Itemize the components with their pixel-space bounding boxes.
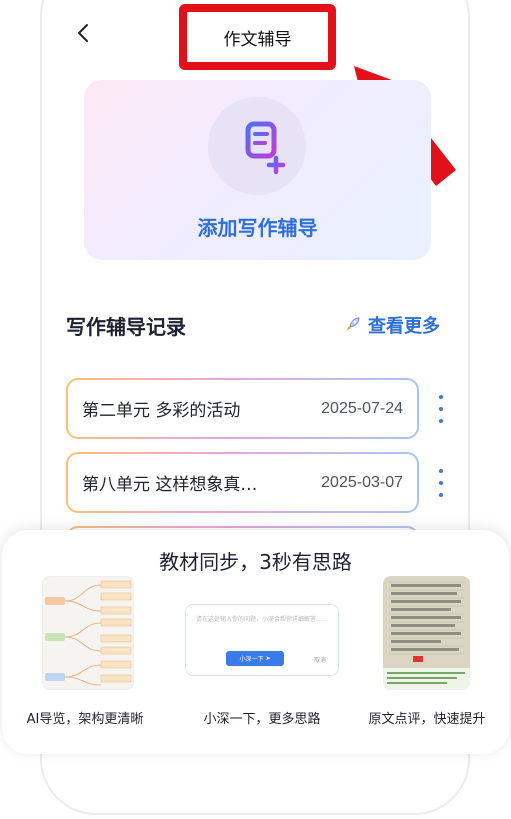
essay-photo-preview-image (383, 576, 470, 690)
chevron-left-icon (78, 24, 88, 42)
add-writing-label: 添加写作辅导 (197, 216, 318, 240)
record-date: 2025-03-07 (321, 473, 403, 491)
add-writing-card[interactable]: 添加写作辅导 (84, 80, 431, 260)
feature-caption: 小深一下，更多思路 (203, 712, 321, 727)
ask-input-placeholder: 请在这处输入你的问题，小深会帮你详细解答…… (196, 616, 329, 623)
more-options-icon[interactable] (436, 395, 446, 423)
sheet-title: 教材同步，3秒有思路 (159, 550, 352, 574)
feature-caption: AI导览，架构更清晰 (26, 712, 144, 727)
mindmap-preview-image (42, 576, 134, 690)
record-date: 2025-07-24 (321, 399, 403, 417)
page-title: 作文辅导 (223, 29, 292, 50)
view-more-label: 查看更多 (368, 316, 440, 337)
feature-caption: 原文点评，快速提升 (368, 712, 486, 727)
feature-intro-sheet: 教材同步，3秒有思路 请在这处输入你的问题，小深会帮你详细解答…… 小深一下 ➤… (2, 530, 509, 754)
view-more-link[interactable]: 查看更多 (342, 312, 440, 338)
ask-input-preview: 请在这处输入你的问题，小深会帮你详细解答…… 小深一下 ➤ 取消 (185, 604, 339, 676)
add-writing-icon (208, 97, 306, 195)
record-title: 第二单元 多彩的活动 (82, 401, 241, 421)
records-section-title: 写作辅导记录 (66, 315, 186, 339)
back-button[interactable] (72, 22, 94, 44)
record-title: 第八单元 这样想象真… (82, 475, 258, 495)
ask-button-label: 小深一下 (239, 656, 264, 663)
title-highlight-box: 作文辅导 (179, 4, 336, 70)
send-icon: ➤ (263, 655, 271, 662)
more-options-icon[interactable] (436, 469, 446, 497)
ask-button-preview: 小深一下 ➤ (226, 651, 284, 666)
cancel-label-preview: 取消 (313, 657, 326, 664)
record-item[interactable]: 第二单元 多彩的活动 2025-07-24 (66, 378, 419, 439)
rocket-icon (346, 317, 360, 331)
record-item[interactable]: 第八单元 这样想象真… 2025-03-07 (66, 452, 419, 513)
